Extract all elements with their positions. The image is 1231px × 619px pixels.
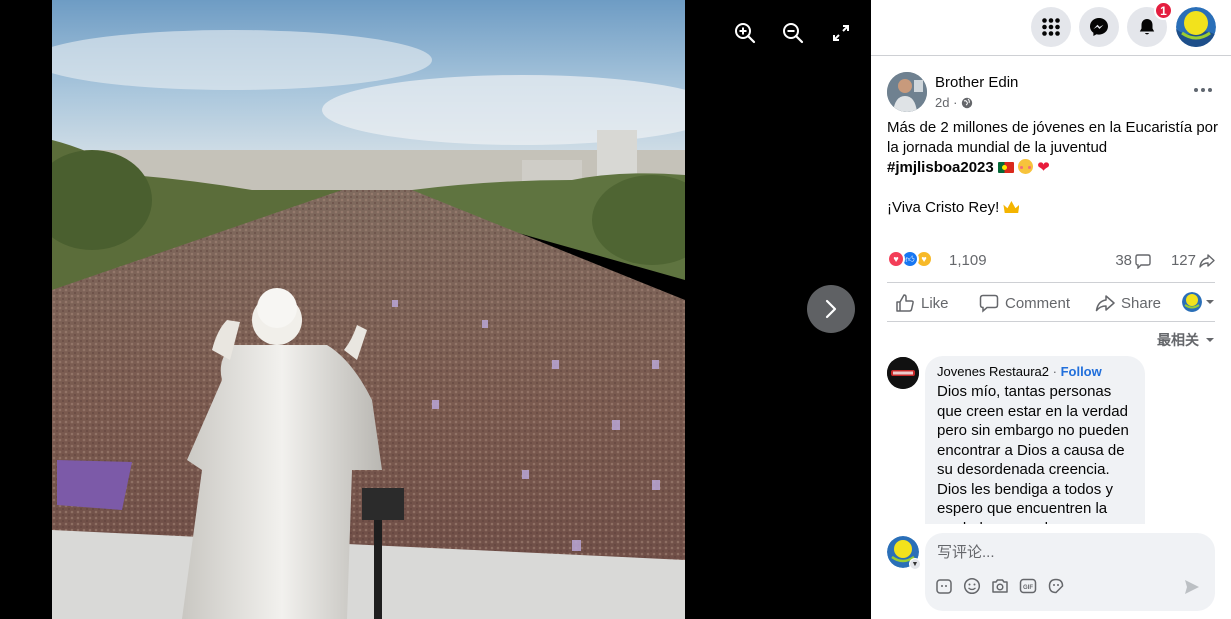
camera-icon [992,579,1008,593]
post-text-line-1: Más de 2 millones de jóvenes en la Eucar… [887,119,1219,156]
comment-bubble-icon [1135,253,1151,269]
more-horizontal-icon [1194,88,1212,92]
sticker-button[interactable] [1047,577,1065,595]
menu-grid-icon [1042,18,1060,36]
sort-label: 最相关 [1157,332,1199,348]
share-button[interactable]: Share [1095,287,1161,319]
notifications-button[interactable]: 1 [1127,1,1173,47]
comment-sort-selector[interactable]: 最相关 [1157,330,1215,350]
smiling-hearts-face-icon [1018,159,1034,174]
more-options-button[interactable] [1189,78,1217,102]
like-label: Like [921,294,949,312]
emoji-icon [963,577,981,595]
comment-bubble: Jovenes Restaura2 · Follow Dios mío, tan… [925,356,1145,524]
emoji-button[interactable] [963,577,981,595]
follow-button[interactable]: Follow [1061,364,1102,379]
post-text-line-2: ¡Viva Cristo Rey! [887,199,1000,216]
post-panel: 1 Brother Edin 2d · Más de 2 millones de… [871,0,1231,619]
post-body: Más de 2 millones de jóvenes en la Eucar… [887,118,1219,218]
red-heart-icon: ❤ [1037,159,1050,176]
reaction-count[interactable]: 1,109 [949,252,987,269]
menu-button[interactable] [1031,7,1071,47]
post-hashtag[interactable]: #jmjlisboa2023 [887,159,994,176]
comment-separator: · [1049,364,1061,379]
reaction-profile-selector[interactable] [1182,292,1215,312]
post-photo[interactable] [52,0,685,619]
portugal-flag-icon [997,162,1014,173]
author-avatar[interactable] [887,72,927,112]
love-reaction-icon: ♥ [887,250,905,268]
crowd-photo-illustration [52,0,685,619]
commenter-logo [887,357,919,389]
fullscreen-icon [833,25,849,41]
comment-text: Dios mío, tantas personas que creen esta… [937,383,1129,524]
account-avatar[interactable] [1176,7,1216,47]
comment-label: Comment [1005,294,1071,312]
post-actions: Like Comment Share [887,282,1215,322]
comment-header: Jovenes Restaura2 · Follow [937,364,1133,380]
fullscreen-button[interactable] [826,18,856,48]
post-meta: 2d · [935,95,973,110]
share-icon [1095,295,1115,312]
gif-button[interactable]: GIF [1019,577,1037,595]
photo-viewer [0,0,871,619]
author-name[interactable]: Brother Edin [935,74,1018,91]
comment-count-value: 38 [1115,252,1132,269]
next-photo-button[interactable] [807,285,855,333]
share-count[interactable]: 127 [1171,252,1215,269]
comment-composer: ▼ 写评论... GIF [887,533,1217,613]
thumbs-up-icon [896,294,914,312]
profile-mini-avatar [1182,292,1202,312]
post-header: Brother Edin 2d · [887,72,1217,114]
post-stats: ♥ 👍︎ ♥ 1,109 38 127 [887,248,1215,272]
globe-icon [962,97,973,108]
share-count-value: 127 [1170,252,1196,269]
author-photo [887,72,927,112]
share-label: Share [1121,294,1162,312]
commenter-avatar[interactable] [887,357,919,389]
send-comment-button[interactable] [1183,578,1201,596]
photo-button[interactable] [991,577,1009,595]
top-bar: 1 [871,0,1231,56]
globe-avatar-image [1176,7,1216,47]
avatar-dropdown-icon[interactable]: ▼ [909,558,921,570]
like-button[interactable]: Like [895,287,949,319]
crown-icon [1003,201,1020,213]
avatar-sticker-icon [936,579,952,594]
sticker-icon [1048,578,1064,594]
comment-count[interactable]: 38 [1115,252,1151,269]
messenger-button[interactable] [1079,7,1119,47]
comment-input-box: GIF [925,533,1215,611]
zoom-out-button[interactable] [778,18,808,48]
notification-badge: 1 [1154,1,1173,20]
svg-text:GIF: GIF [1023,585,1033,591]
commenter-name[interactable]: Jovenes Restaura2 [937,364,1049,379]
zoom-in-icon [735,23,756,44]
avatar-sticker-button[interactable] [935,577,953,595]
caret-down-icon [1206,300,1214,304]
gif-icon: GIF [1019,578,1037,594]
zoom-out-icon [783,23,804,44]
composer-tools: GIF [935,577,1065,595]
comment-input[interactable] [937,541,1197,563]
zoom-in-button[interactable] [730,18,760,48]
comment-button[interactable]: Comment [979,287,1070,319]
send-icon [1185,580,1199,594]
share-arrow-icon [1199,253,1215,268]
messenger-icon [1090,18,1108,36]
post-timestamp[interactable]: 2d · [935,95,957,110]
bell-icon [1139,19,1155,35]
comment-icon [979,294,999,313]
caret-down-icon [1206,338,1214,342]
reaction-icons[interactable]: ♥ 👍︎ ♥ [887,250,933,268]
chevron-right-icon [825,299,837,319]
